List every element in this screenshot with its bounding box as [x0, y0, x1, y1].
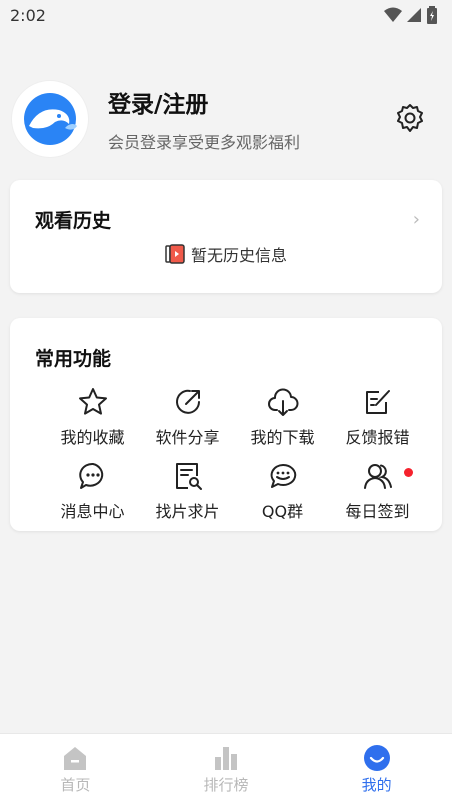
video-history-icon [165, 244, 185, 264]
whale-logo-icon [24, 93, 77, 145]
search-document-icon [175, 463, 202, 490]
qq-group-label: QQ群 [261, 502, 304, 521]
feedback-label: 反馈报错 [345, 428, 410, 447]
login-register-link[interactable]: 登录/注册 [108, 85, 440, 119]
request-movie-button[interactable]: 找片求片 [140, 460, 235, 522]
qq-group-button[interactable]: QQ群 [235, 460, 330, 522]
edit-note-icon [365, 390, 390, 414]
nav-mine[interactable]: 我的 [317, 744, 437, 795]
history-empty-text: 暂无历史信息 [190, 246, 287, 265]
avatar[interactable] [12, 81, 88, 157]
history-header[interactable]: 观看历史 › [35, 206, 420, 233]
nav-mine-label: 我的 [361, 775, 392, 794]
smile-icon [363, 744, 390, 771]
chat-group-icon [270, 463, 296, 488]
profile-text: 登录/注册 会员登录享受更多观影福利 [108, 85, 440, 153]
nav-home[interactable]: 首页 [15, 744, 135, 795]
nav-home-label: 首页 [60, 775, 91, 794]
users-icon [363, 464, 392, 489]
common-functions-card: 常用功能 我的收藏 软件分享 我的下载 反馈报错 消息中心 找片求片 QQ群 每… [10, 318, 442, 531]
member-promo-text: 会员登录享受更多观影福利 [108, 133, 301, 152]
feedback-button[interactable]: 反馈报错 [330, 386, 425, 448]
status-icons [384, 6, 438, 24]
status-bar: 2:02 [0, 0, 452, 30]
history-title: 观看历史 [35, 210, 112, 232]
chevron-right-icon: › [412, 209, 420, 230]
gear-icon [397, 104, 423, 132]
share-app-button[interactable]: 软件分享 [140, 386, 235, 448]
status-time: 2:02 [10, 5, 46, 25]
star-icon [78, 388, 107, 415]
functions-grid: 我的收藏 软件分享 我的下载 反馈报错 消息中心 找片求片 QQ群 每日签到 [45, 386, 425, 522]
battery-icon [427, 6, 437, 24]
nav-ranking-label: 排行榜 [203, 775, 249, 794]
daily-checkin-label: 每日签到 [345, 502, 410, 521]
share-app-label: 软件分享 [155, 428, 220, 447]
favorites-button[interactable]: 我的收藏 [45, 386, 140, 448]
home-icon [64, 746, 87, 770]
share-icon [175, 389, 200, 414]
favorites-label: 我的收藏 [60, 428, 125, 447]
watch-history-card[interactable]: 观看历史 › 暂无历史信息 [10, 180, 442, 293]
new-badge-dot [404, 468, 413, 477]
request-movie-label: 找片求片 [155, 502, 220, 521]
chat-bubble-icon [78, 462, 103, 489]
wifi-icon [384, 7, 402, 22]
functions-title: 常用功能 [35, 348, 112, 370]
nav-ranking[interactable]: 排行榜 [166, 744, 286, 795]
downloads-button[interactable]: 我的下载 [235, 386, 330, 448]
message-center-label: 消息中心 [60, 502, 125, 521]
profile-section[interactable]: 登录/注册 会员登录享受更多观影福利 [12, 80, 440, 158]
bar-chart-icon [214, 746, 237, 770]
downloads-label: 我的下载 [250, 428, 315, 447]
daily-checkin-button[interactable]: 每日签到 [330, 460, 425, 522]
settings-button[interactable] [394, 102, 426, 134]
signal-icon [407, 8, 421, 22]
cloud-download-icon [267, 388, 298, 416]
message-center-button[interactable]: 消息中心 [45, 460, 140, 522]
bottom-navigation: 首页 排行榜 我的 [0, 733, 452, 804]
history-empty-state: 暂无历史信息 [10, 242, 442, 266]
